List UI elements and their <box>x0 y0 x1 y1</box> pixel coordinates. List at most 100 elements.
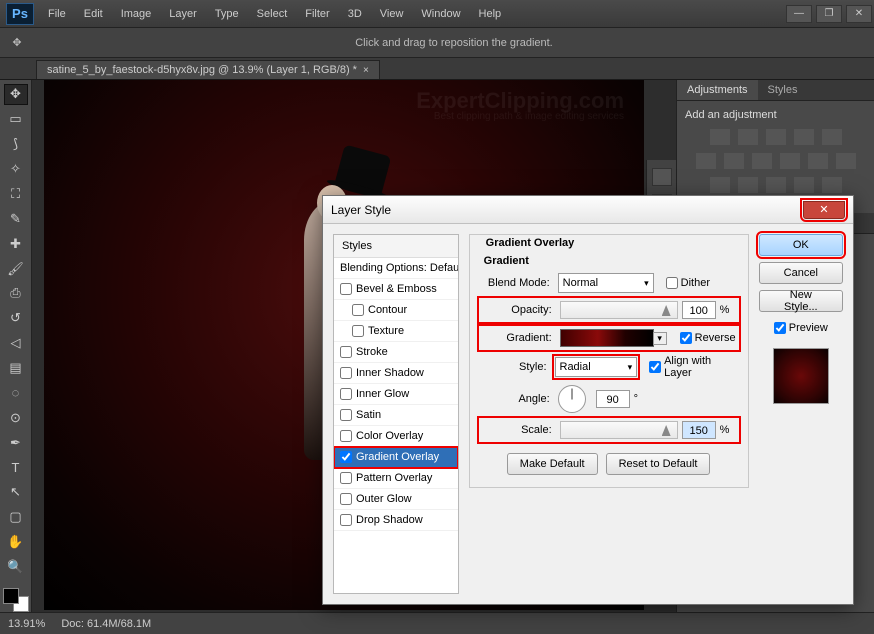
map-icon[interactable] <box>794 177 814 193</box>
opacity-value[interactable]: 100 <box>682 301 716 319</box>
stroke-checkbox[interactable] <box>340 346 352 358</box>
new-style-button[interactable]: New Style... <box>759 290 843 312</box>
dialog-titlebar[interactable]: Layer Style ✕ <box>323 196 853 224</box>
menu-file[interactable]: File <box>40 5 74 23</box>
styles-header[interactable]: Styles <box>334 235 458 258</box>
drop-shadow-checkbox[interactable] <box>340 514 352 526</box>
dither-checkbox[interactable] <box>666 277 678 289</box>
style-bevel[interactable]: Bevel & Emboss <box>334 279 458 300</box>
menu-layer[interactable]: Layer <box>161 5 205 23</box>
type-tool[interactable]: T <box>4 457 28 478</box>
make-default-button[interactable]: Make Default <box>507 453 598 475</box>
menu-filter[interactable]: Filter <box>297 5 337 23</box>
hand-tool[interactable]: ✋ <box>4 532 28 553</box>
menu-image[interactable]: Image <box>113 5 160 23</box>
ok-button[interactable]: OK <box>759 234 843 256</box>
color-overlay-checkbox[interactable] <box>340 430 352 442</box>
color-swatches[interactable] <box>3 588 29 613</box>
photo-filter-icon[interactable] <box>780 153 800 169</box>
dialog-close-button[interactable]: ✕ <box>803 201 845 219</box>
opacity-slider[interactable] <box>560 301 678 319</box>
scale-value[interactable]: 150 <box>682 421 716 439</box>
eraser-tool[interactable]: ◁ <box>4 333 28 354</box>
menu-edit[interactable]: Edit <box>76 5 111 23</box>
reverse-checkbox[interactable] <box>680 332 692 344</box>
style-select[interactable]: Radial <box>555 357 638 377</box>
path-tool[interactable]: ↖ <box>4 482 28 503</box>
restore-button[interactable]: ❐ <box>816 5 842 23</box>
style-drop-shadow[interactable]: Drop Shadow <box>334 510 458 531</box>
styles-tab[interactable]: Styles <box>758 80 808 100</box>
history-panel-icon[interactable] <box>652 168 672 186</box>
style-outer-glow[interactable]: Outer Glow <box>334 489 458 510</box>
foreground-color[interactable] <box>3 588 19 604</box>
bw-icon[interactable] <box>752 153 772 169</box>
menu-select[interactable]: Select <box>249 5 296 23</box>
menu-3d[interactable]: 3D <box>340 5 370 23</box>
texture-checkbox[interactable] <box>352 325 364 337</box>
dodge-tool[interactable]: ⊙ <box>4 407 28 428</box>
balance-icon[interactable] <box>724 153 744 169</box>
exposure-icon[interactable] <box>794 129 814 145</box>
invert-icon[interactable] <box>710 177 730 193</box>
style-contour[interactable]: Contour <box>334 300 458 321</box>
reset-default-button[interactable]: Reset to Default <box>606 453 711 475</box>
curves-icon[interactable] <box>766 129 786 145</box>
angle-dial[interactable] <box>558 385 586 413</box>
scale-slider[interactable] <box>560 421 678 439</box>
heal-tool[interactable]: ✚ <box>4 233 28 254</box>
inner-glow-checkbox[interactable] <box>340 388 352 400</box>
marquee-tool[interactable]: ▭ <box>4 109 28 130</box>
style-inner-shadow[interactable]: Inner Shadow <box>334 363 458 384</box>
gradient-overlay-checkbox[interactable] <box>340 451 352 463</box>
style-pattern-overlay[interactable]: Pattern Overlay <box>334 468 458 489</box>
style-inner-glow[interactable]: Inner Glow <box>334 384 458 405</box>
close-tab-icon[interactable]: × <box>363 65 369 76</box>
brightness-icon[interactable] <box>710 129 730 145</box>
menu-window[interactable]: Window <box>413 5 468 23</box>
zoom-level[interactable]: 13.91% <box>8 618 45 630</box>
shape-tool[interactable]: ▢ <box>4 507 28 528</box>
vibrance-icon[interactable] <box>822 129 842 145</box>
document-tab[interactable]: satine_5_by_faestock-d5hyx8v.jpg @ 13.9%… <box>36 60 380 79</box>
blend-mode-select[interactable]: Normal <box>558 273 654 293</box>
style-texture[interactable]: Texture <box>334 321 458 342</box>
hue-icon[interactable] <box>696 153 716 169</box>
cancel-button[interactable]: Cancel <box>759 262 843 284</box>
bevel-checkbox[interactable] <box>340 283 352 295</box>
menu-help[interactable]: Help <box>471 5 510 23</box>
selective-icon[interactable] <box>822 177 842 193</box>
history-brush-tool[interactable]: ↺ <box>4 308 28 329</box>
lookup-icon[interactable] <box>836 153 856 169</box>
align-checkbox[interactable] <box>649 361 661 373</box>
brush-tool[interactable]: 🖌 <box>4 258 28 279</box>
pen-tool[interactable]: ✒ <box>4 432 28 453</box>
gradient-tool[interactable]: ▤ <box>4 358 28 379</box>
mixer-icon[interactable] <box>808 153 828 169</box>
style-satin[interactable]: Satin <box>334 405 458 426</box>
pattern-overlay-checkbox[interactable] <box>340 472 352 484</box>
minimize-button[interactable]: — <box>786 5 812 23</box>
blending-options-row[interactable]: Blending Options: Default <box>334 258 458 279</box>
style-color-overlay[interactable]: Color Overlay <box>334 426 458 447</box>
wand-tool[interactable]: ✧ <box>4 159 28 180</box>
menu-type[interactable]: Type <box>207 5 247 23</box>
close-button[interactable]: ✕ <box>846 5 872 23</box>
zoom-tool[interactable]: 🔍 <box>4 557 28 578</box>
inner-shadow-checkbox[interactable] <box>340 367 352 379</box>
menu-view[interactable]: View <box>372 5 412 23</box>
preview-checkbox[interactable] <box>774 322 786 334</box>
angle-value[interactable]: 90 <box>596 390 630 408</box>
eyedropper-tool[interactable]: ✎ <box>4 208 28 229</box>
style-stroke[interactable]: Stroke <box>334 342 458 363</box>
posterize-icon[interactable] <box>738 177 758 193</box>
gradient-picker[interactable] <box>560 329 654 347</box>
crop-tool[interactable]: ⛶ <box>4 184 28 205</box>
outer-glow-checkbox[interactable] <box>340 493 352 505</box>
lasso-tool[interactable]: ⟆ <box>4 134 28 155</box>
move-tool[interactable]: ✥ <box>4 84 28 105</box>
style-gradient-overlay[interactable]: Gradient Overlay <box>334 447 458 468</box>
stamp-tool[interactable]: ⎙ <box>4 283 28 304</box>
threshold-icon[interactable] <box>766 177 786 193</box>
blur-tool[interactable]: ◌ <box>4 383 28 404</box>
